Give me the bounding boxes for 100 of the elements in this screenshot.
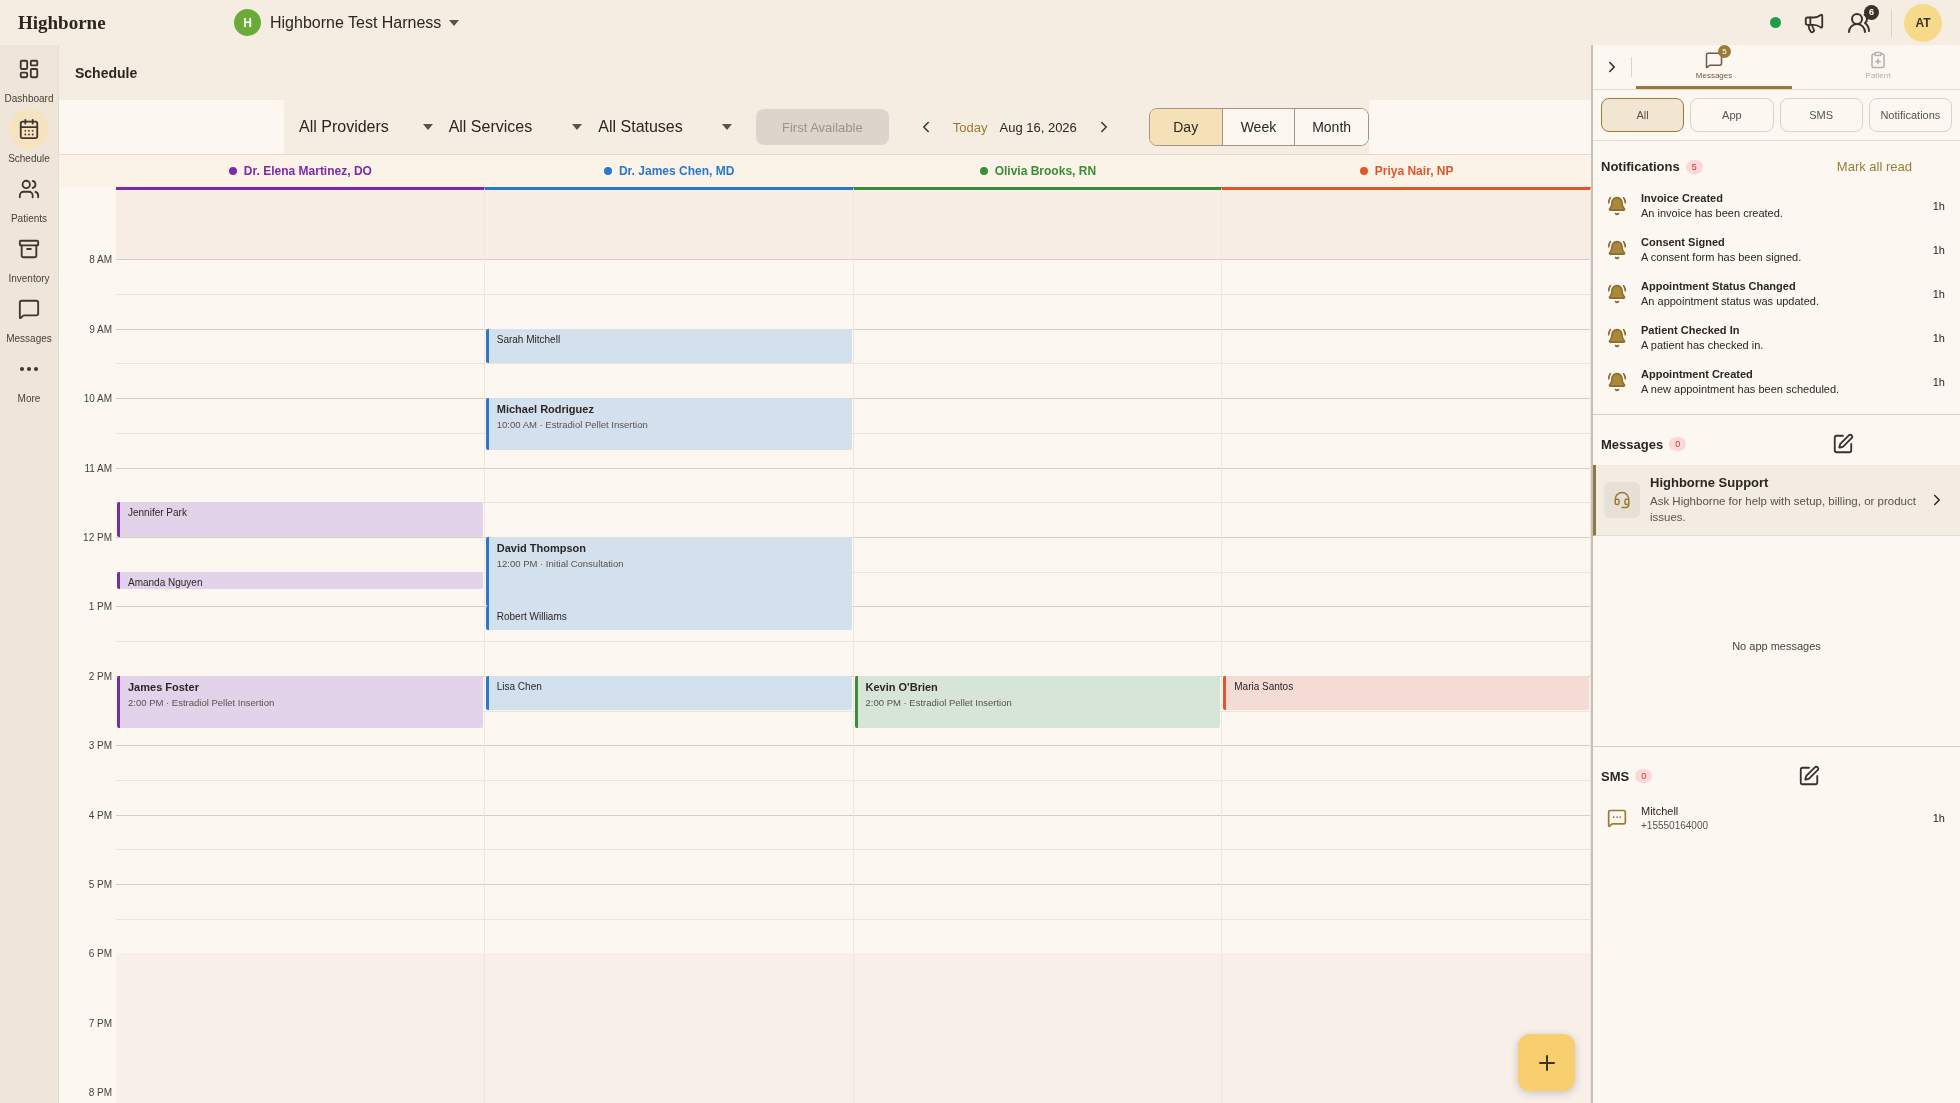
- app-logo: Highborne: [18, 11, 107, 34]
- notification-time: 1h: [1932, 243, 1945, 256]
- appointment-detail: 10:00 AM · Estradiol Pellet Insertion: [496, 419, 649, 431]
- caret-icon: [449, 19, 460, 26]
- appointment-card[interactable]: Michael Rodriguez 10:00 AM · Estradiol Pellet Insertion: [485, 398, 852, 451]
- appointment-detail: 12:00 PM · Initial Consultation: [496, 558, 625, 569]
- date-label: Aug 16, 2026: [999, 119, 1077, 135]
- count-badge: 0: [1635, 769, 1653, 784]
- notification-text: A new appointment has been scheduled.: [1641, 383, 1841, 395]
- notification-text: An appointment status was updated.: [1641, 295, 1820, 307]
- appointment-card[interactable]: Maria Santos: [1223, 675, 1589, 711]
- appointment-card[interactable]: Lisa Chen: [485, 675, 852, 711]
- section-title: Messages: [1601, 436, 1664, 452]
- appointment-detail: 2:00 PM · Estradiol Pellet Insertion: [128, 696, 276, 708]
- compose-icon[interactable]: [1832, 433, 1854, 455]
- appointment-card[interactable]: Jennifer Park: [117, 502, 483, 537]
- appointment-card[interactable]: Kevin O'Brien 2:00 PM · Estradiol Pellet Insertion: [854, 675, 1221, 728]
- people-icon: [18, 178, 40, 200]
- bell-icon: [1607, 327, 1627, 348]
- patient-name: Amanda Nguyen: [128, 576, 204, 588]
- patient-name: Lisa Chen: [496, 680, 543, 692]
- notification-text: A consent form has been signed.: [1641, 251, 1803, 263]
- provider-name: Olivia Brooks, RN: [994, 164, 1097, 178]
- time-label: 11 AM: [84, 462, 112, 474]
- empty-message: No app messages: [1731, 639, 1822, 655]
- patient-name: Michael Rodriguez: [496, 403, 595, 416]
- notification-item[interactable]: Invoice Created An invoice has been created. 1h: [1593, 184, 1960, 228]
- archive-icon: [18, 238, 40, 260]
- notification-item[interactable]: Consent Signed A consent form has been signed. 1h: [1593, 228, 1960, 272]
- time-label: 1 PM: [88, 600, 112, 612]
- appointment-card[interactable]: David Thompson 12:00 PM · Initial Consultation: [485, 537, 852, 607]
- notification-time: 1h: [1932, 287, 1945, 300]
- count-badge: 5: [1718, 45, 1731, 58]
- notification-item[interactable]: Patient Checked In A patient has checked in. 1h: [1593, 316, 1960, 360]
- support-card[interactable]: Highborne Support Ask Highborne for help with setup, billing, or product issues.: [1593, 465, 1960, 537]
- filter-tab[interactable]: App: [1690, 98, 1774, 132]
- section-title: SMS: [1601, 768, 1630, 784]
- sms-name: Mitchell: [1641, 805, 1680, 818]
- notification-time: 1h: [1932, 331, 1945, 344]
- sidebar-item[interactable]: More: [0, 349, 58, 404]
- today-link[interactable]: Today: [952, 119, 988, 135]
- filter-tab[interactable]: SMS: [1779, 98, 1863, 132]
- filter-dropdown[interactable]: All Statuses: [598, 118, 738, 136]
- status-dot-icon: [1770, 17, 1781, 28]
- filter-tab[interactable]: Notifications: [1868, 98, 1952, 132]
- notification-title: Appointment Created: [1641, 368, 1754, 380]
- provider-name: Dr. Elena Martinez, DO: [243, 164, 372, 178]
- notification-title: Patient Checked In: [1641, 324, 1741, 336]
- time-label: 12 PM: [83, 531, 112, 543]
- appointment-detail: 2:00 PM · Estradiol Pellet Insertion: [865, 696, 1013, 708]
- sidebar-item[interactable]: Inventory: [0, 229, 58, 284]
- notification-title: Invoice Created: [1641, 192, 1724, 204]
- dashboard-icon: [18, 58, 40, 80]
- user-avatar[interactable]: AT: [1904, 3, 1942, 42]
- bell-icon: [1607, 195, 1627, 216]
- patient-name: Kevin O'Brien: [865, 680, 939, 693]
- megaphone-icon[interactable]: [1803, 11, 1825, 34]
- compose-icon[interactable]: [1798, 765, 1820, 788]
- count-badge: 5: [1685, 159, 1703, 174]
- notification-title: Appointment Status Changed: [1641, 280, 1797, 292]
- filter-tab[interactable]: All: [1601, 98, 1685, 132]
- patient-name: Maria Santos: [1234, 680, 1295, 692]
- notification-item[interactable]: Appointment Created A new appointment has been scheduled. 1h: [1593, 360, 1960, 404]
- time-label: 2 PM: [88, 670, 112, 682]
- patient-name: David Thompson: [496, 542, 587, 554]
- mark-all-read-link[interactable]: Mark all read: [1836, 159, 1912, 174]
- support-title: Highborne Support: [1650, 475, 1770, 490]
- notification-item[interactable]: Appointment Status Changed An appointment status was updated. 1h: [1593, 272, 1960, 316]
- org-avatar: H: [234, 9, 261, 36]
- appointment-card[interactable]: Amanda Nguyen: [117, 571, 483, 590]
- notification-time: 1h: [1932, 375, 1945, 388]
- time-label: 3 PM: [88, 739, 112, 751]
- org-switcher[interactable]: Highborne Test Harness: [261, 13, 460, 32]
- section-title: Notifications: [1601, 159, 1680, 174]
- sms-phone: +15550164000: [1641, 820, 1710, 832]
- filter-dropdown[interactable]: All Services: [448, 118, 589, 136]
- time-label: 4 PM: [88, 809, 112, 821]
- caret-icon: [572, 124, 583, 130]
- panel-tab[interactable]: 5 Messages: [1636, 45, 1792, 89]
- appointment-card[interactable]: Robert Williams: [485, 606, 852, 630]
- count-badge: 0: [1669, 437, 1687, 451]
- bell-icon: [1607, 239, 1627, 260]
- filter-dropdown[interactable]: All Providers: [299, 118, 439, 136]
- sidebar-item[interactable]: Messages: [0, 289, 58, 344]
- view-tab[interactable]: Month: [1295, 109, 1368, 145]
- view-tab[interactable]: Week: [1222, 109, 1296, 145]
- sidebar-item[interactable]: Dashboard: [0, 49, 58, 104]
- sidebar-item[interactable]: Patients: [0, 169, 58, 224]
- sms-time: 1h: [1932, 812, 1945, 825]
- appointment-card[interactable]: Sarah Mitchell: [485, 328, 852, 364]
- time-label: 7 PM: [88, 1017, 112, 1029]
- chat-icon: [1607, 808, 1627, 829]
- calendar-icon: [18, 118, 40, 140]
- sms-item[interactable]: Mitchell +15550164000 1h: [1593, 797, 1960, 841]
- bell-icon: [1607, 283, 1627, 304]
- support-text: Ask Highborne for help with setup, billing, or product issues.: [1650, 494, 1917, 525]
- appointment-card[interactable]: James Foster 2:00 PM · Estradiol Pellet Insertion: [117, 675, 483, 728]
- people-icon[interactable]: [1847, 10, 1871, 35]
- view-tab[interactable]: Day: [1149, 109, 1223, 145]
- headset-icon: [1604, 482, 1640, 518]
